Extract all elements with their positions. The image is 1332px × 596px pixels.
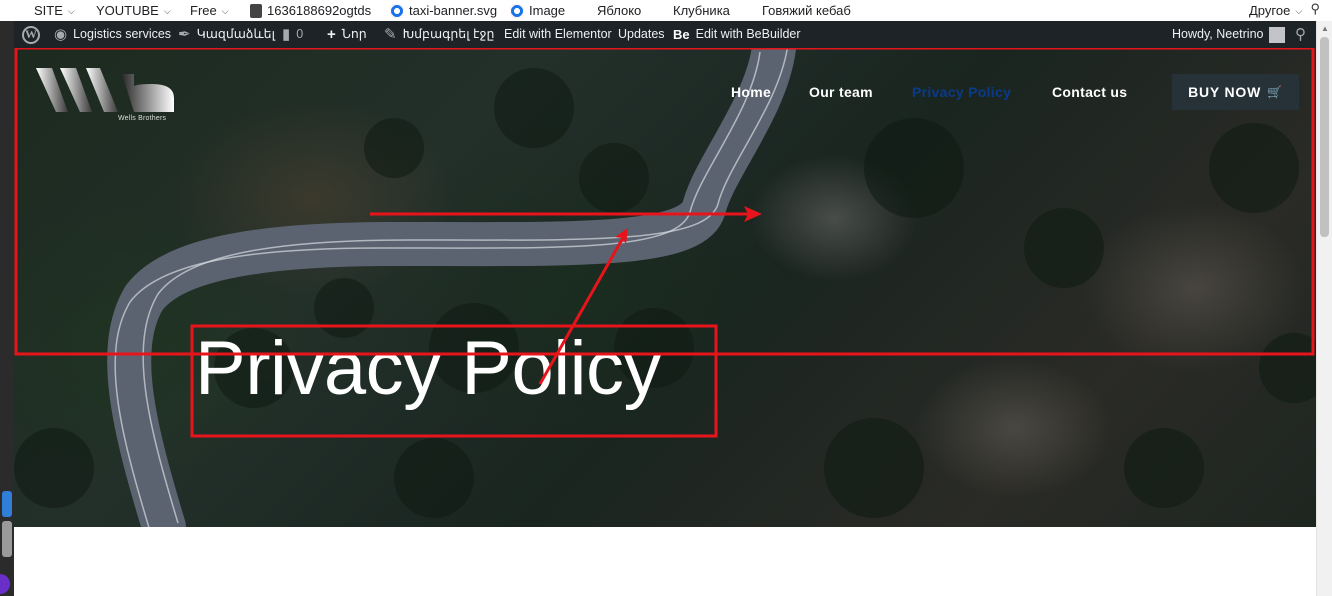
chrome-icon (510, 3, 524, 18)
scroll-up-icon[interactable]: ▲ (1321, 24, 1329, 33)
nav-contact-us[interactable]: Contact us (1052, 84, 1127, 100)
bookmark-label: Яблоко (597, 2, 642, 18)
admin-site-name[interactable]: ◉ Logistics services (54, 21, 171, 48)
search-icon: ⚲ (1295, 26, 1306, 43)
bebuilder-icon: Be (673, 27, 690, 42)
admin-account-menu[interactable]: Howdy, Neetrino (1172, 21, 1286, 48)
pencil-icon: ✎ (384, 26, 397, 43)
buy-now-label: BUY NOW (1188, 84, 1262, 100)
chrome-icon (390, 3, 404, 18)
admin-edit-page[interactable]: ✎ Խմբագրել էջը (384, 21, 494, 48)
admin-edit-elementor[interactable]: Edit with Elementor (504, 21, 612, 48)
bookmark-folder-youtube[interactable]: YOUTUBE ⌵ (96, 0, 171, 21)
chevron-down-icon: ⌵ (1295, 5, 1303, 16)
bookmark-label: Говяжий кебаб (762, 2, 851, 18)
bookmarks-bar: SITE ⌵ YOUTUBE ⌵ Free ⌵ 1636188692ogtds tax… (0, 0, 1332, 21)
edit-page-label: Խմբագրել էջը (402, 27, 495, 41)
new-label: Նոր (341, 27, 367, 41)
side-panel-button[interactable] (2, 521, 12, 557)
chevron-down-icon: ⌵ (67, 5, 75, 16)
bookmark-folder-free[interactable]: Free ⌵ (190, 0, 229, 21)
updates-label: Updates (618, 27, 665, 41)
page-title: Privacy Policy (195, 326, 662, 411)
plus-icon: + (327, 26, 336, 43)
logo-caption: Wells Brothers (118, 115, 167, 122)
admin-comments[interactable]: ▮ 0 (282, 21, 303, 48)
page-content (14, 527, 1316, 596)
bookmark-taxi-banner[interactable]: taxi-banner.svg (390, 0, 497, 21)
nav-our-team[interactable]: Our team (809, 84, 873, 100)
howdy-label: Howdy, Neetrino (1172, 27, 1264, 41)
hr-icon (250, 3, 262, 18)
hero-background-image (14, 48, 1316, 527)
wp-logo-menu[interactable]: W (22, 21, 40, 48)
admin-customize[interactable]: ✒ Կազմաձևել (178, 21, 275, 48)
wp-admin-bar: W ◉ Logistics services ✒ Կազմաձևել ▮ 0 +… (14, 21, 1316, 48)
chevron-down-icon: ⌵ (221, 5, 229, 16)
wordpress-logo-icon: W (22, 25, 40, 44)
chevron-down-icon: ⌵ (163, 5, 171, 16)
side-panel-app-icon[interactable] (0, 574, 10, 594)
bookmark-image-link[interactable]: 1636188692ogtds (250, 0, 371, 21)
browser-side-panel (0, 21, 14, 596)
bookmark-image[interactable]: Image (510, 0, 565, 21)
side-panel-button[interactable] (2, 491, 12, 517)
avatar (1269, 26, 1286, 43)
bookmark-label: Image (529, 2, 566, 18)
scrollbar[interactable]: ▲ (1316, 21, 1332, 596)
customize-label: Կազմաձևել (196, 27, 275, 41)
bookmark-apple[interactable]: Яблоко (597, 0, 641, 21)
edit-bebuilder-label: Edit with BeBuilder (695, 27, 801, 41)
comment-icon: ▮ (282, 26, 291, 43)
bookmark-strawberry[interactable]: Клубника (673, 0, 730, 21)
bookmark-label: 1636188692ogtds (267, 2, 372, 18)
bookmark-label: taxi-banner.svg (409, 2, 498, 18)
bookmark-folder-site[interactable]: SITE ⌵ (34, 0, 75, 21)
bookmark-kebab[interactable]: Говяжий кебаб (762, 0, 851, 21)
bookmark-folder-other[interactable]: Другое ⌵ (1249, 0, 1302, 21)
edit-elementor-label: Edit with Elementor (504, 27, 612, 41)
admin-updates[interactable]: Updates (618, 21, 665, 48)
search-icon[interactable]: ⚲ (1310, 1, 1320, 17)
bookmark-label: SITE (34, 2, 63, 18)
admin-search[interactable]: ⚲ (1295, 21, 1306, 48)
bookmark-label: YOUTUBE (96, 2, 159, 18)
buy-now-button[interactable]: BUY NOW 🛒 (1172, 74, 1299, 110)
bookmark-label: Free (190, 2, 217, 18)
bookmark-label: Другое (1249, 2, 1291, 18)
admin-edit-bebuilder[interactable]: Be Edit with BeBuilder (673, 21, 801, 48)
admin-new[interactable]: + Նոր (327, 21, 367, 48)
site-name-label: Logistics services (73, 27, 172, 41)
hero-section: Wells Brothers Home Our team Privacy Pol… (14, 48, 1316, 527)
comments-count: 0 (296, 27, 304, 41)
cart-icon: 🛒 (1267, 85, 1283, 99)
dashboard-icon: ◉ (54, 26, 68, 43)
paintbrush-icon: ✒ (178, 26, 191, 43)
bookmark-label: Клубника (673, 2, 730, 18)
scrollbar-thumb[interactable] (1320, 37, 1329, 237)
nav-home[interactable]: Home (731, 84, 771, 100)
nav-privacy-policy[interactable]: Privacy Policy (912, 84, 1011, 100)
